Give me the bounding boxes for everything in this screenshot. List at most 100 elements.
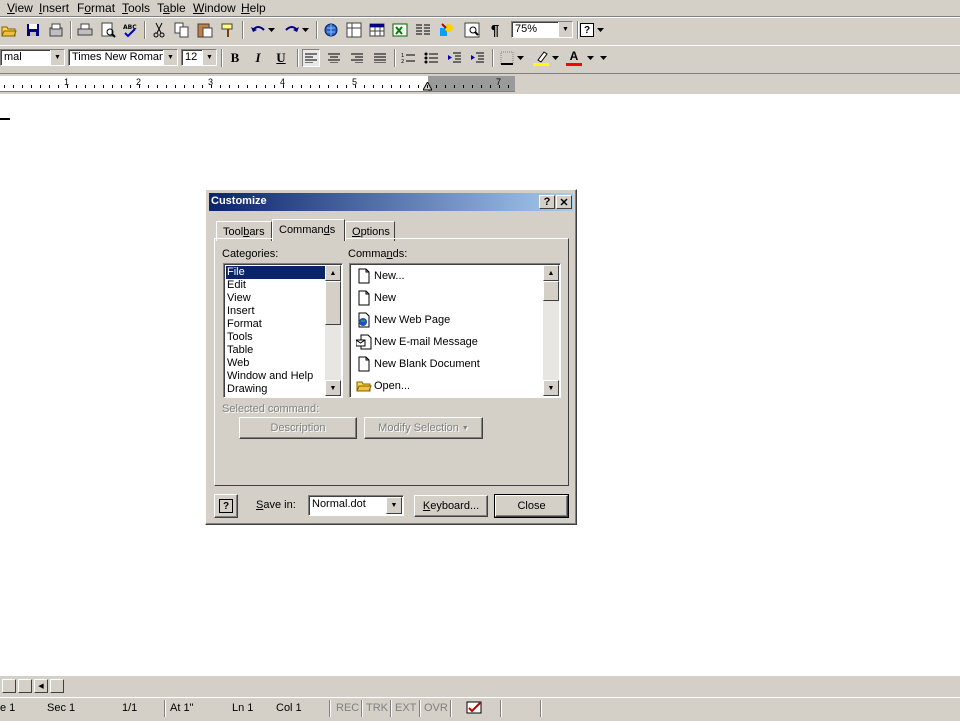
drawing-icon[interactable] (437, 21, 455, 39)
scroll-thumb[interactable] (50, 679, 64, 693)
list-item[interactable]: Tools (226, 331, 325, 344)
commands-list[interactable]: New... New New Web Page New E-mail Messa… (349, 263, 561, 398)
list-item[interactable]: Web (226, 357, 325, 370)
bold-button[interactable]: B (226, 49, 244, 67)
menu-view[interactable]: View (7, 1, 33, 15)
list-item[interactable]: View (226, 292, 325, 305)
align-center-icon[interactable] (325, 49, 343, 67)
menu-format[interactable]: Format (77, 1, 115, 15)
scroll-thumb[interactable] (543, 281, 559, 301)
menu-tools[interactable]: Tools (122, 1, 150, 15)
menu-table[interactable]: Table (157, 1, 186, 15)
decrease-indent-icon[interactable] (445, 49, 463, 67)
font-color-dropdown-icon[interactable] (585, 49, 595, 67)
undo-icon[interactable] (249, 21, 267, 39)
keyboard-button[interactable]: Keyboard... (414, 495, 488, 517)
cut-icon[interactable] (150, 21, 168, 39)
close-button[interactable]: Close (494, 494, 569, 518)
scroll-thumb[interactable] (325, 281, 341, 325)
spelling-icon[interactable]: ABC (121, 21, 139, 39)
bullets-icon[interactable] (422, 49, 440, 67)
list-item[interactable]: New (352, 287, 542, 309)
print-preview-icon[interactable] (99, 21, 117, 39)
status-ovr[interactable]: OVR (424, 700, 448, 717)
zoom-combo[interactable]: 75% ▼ (511, 21, 573, 38)
numbering-icon[interactable]: 12 (399, 49, 417, 67)
list-item[interactable]: Insert (226, 305, 325, 318)
indent-marker-icon[interactable] (422, 80, 433, 94)
redo-icon[interactable] (283, 21, 301, 39)
format-painter-icon[interactable] (219, 21, 237, 39)
categories-list[interactable]: File Edit View Insert Format Tools Table… (223, 263, 343, 398)
hyperlink-icon[interactable] (322, 21, 340, 39)
align-right-icon[interactable] (348, 49, 366, 67)
increase-indent-icon[interactable] (468, 49, 486, 67)
tab-commands[interactable]: Commands (272, 219, 345, 241)
tables-borders-icon[interactable] (345, 21, 363, 39)
status-rec[interactable]: REC (336, 700, 359, 717)
save-in-select[interactable]: Normal.dot ▼ (308, 495, 404, 516)
italic-button[interactable]: I (249, 49, 267, 67)
modify-selection-button[interactable]: Modify Selection ▼ (364, 417, 483, 439)
style-combo[interactable]: mal ▼ (0, 49, 65, 66)
save-icon[interactable] (24, 21, 42, 39)
normal-view-icon[interactable] (2, 679, 16, 693)
scroll-up-icon[interactable]: ▲ (325, 265, 341, 281)
toolbar-options-icon[interactable] (598, 49, 608, 67)
categories-scrollbar[interactable]: ▲ ▼ (325, 265, 341, 396)
description-button[interactable]: Description (239, 417, 357, 439)
scroll-left-icon[interactable]: ◀ (34, 679, 48, 693)
status-trk[interactable]: TRK (366, 700, 388, 717)
borders-dropdown-icon[interactable] (515, 49, 525, 67)
commands-scrollbar[interactable]: ▲ ▼ (543, 265, 559, 396)
web-layout-view-icon[interactable] (18, 679, 32, 693)
paste-icon[interactable] (196, 21, 214, 39)
justify-icon[interactable] (371, 49, 389, 67)
list-item[interactable]: New Blank Document (352, 353, 542, 375)
font-combo[interactable]: Times New Roman ▼ (68, 49, 178, 66)
copy-icon[interactable] (173, 21, 191, 39)
spelling-status-icon[interactable] (466, 701, 484, 718)
print-icon[interactable] (76, 21, 94, 39)
borders-icon[interactable] (498, 49, 516, 67)
status-ext[interactable]: EXT (395, 700, 416, 717)
horizontal-ruler[interactable]: 1 2 3 4 5 7 (0, 74, 960, 94)
show-hide-icon[interactable]: ¶ (486, 21, 504, 39)
help-icon[interactable]: ? (578, 21, 596, 39)
list-item[interactable]: Format (226, 318, 325, 331)
font-size-combo[interactable]: 12 ▼ (181, 49, 217, 66)
insert-excel-icon[interactable] (391, 21, 409, 39)
menu-insert[interactable]: Insert (39, 1, 69, 15)
align-left-icon[interactable] (302, 49, 320, 67)
highlight-icon[interactable] (532, 49, 550, 67)
insert-table-icon[interactable] (368, 21, 386, 39)
list-item[interactable]: Open... (352, 375, 542, 397)
help-icon[interactable]: ? (214, 494, 238, 518)
highlight-dropdown-icon[interactable] (550, 49, 560, 67)
list-item[interactable]: New Web Page (352, 309, 542, 331)
permission-icon[interactable] (47, 21, 65, 39)
scroll-down-icon[interactable]: ▼ (543, 380, 559, 396)
help-dropdown-icon[interactable] (595, 21, 605, 39)
menu-window[interactable]: Window (193, 1, 236, 15)
close-icon[interactable]: ✕ (556, 195, 572, 209)
list-item[interactable]: File (225, 265, 326, 280)
menu-help[interactable]: Help (241, 1, 266, 15)
dialog-titlebar[interactable]: Customize ? ✕ (209, 193, 573, 211)
list-item[interactable]: Window and Help (226, 370, 325, 383)
undo-dropdown-icon[interactable] (266, 21, 276, 39)
underline-button[interactable]: U (272, 49, 290, 67)
scroll-up-icon[interactable]: ▲ (543, 265, 559, 281)
scroll-down-icon[interactable]: ▼ (325, 380, 341, 396)
list-item[interactable]: New E-mail Message (352, 331, 542, 353)
font-color-icon[interactable]: A (565, 49, 583, 67)
list-item[interactable]: New... (352, 265, 542, 287)
list-item[interactable]: Drawing (226, 383, 325, 396)
open-icon[interactable] (0, 21, 18, 39)
chevron-down-icon[interactable]: ▼ (386, 497, 402, 514)
redo-dropdown-icon[interactable] (300, 21, 310, 39)
columns-icon[interactable] (414, 21, 432, 39)
document-map-icon[interactable] (463, 21, 481, 39)
list-item[interactable]: Table (226, 344, 325, 357)
list-item[interactable]: Edit (226, 279, 325, 292)
